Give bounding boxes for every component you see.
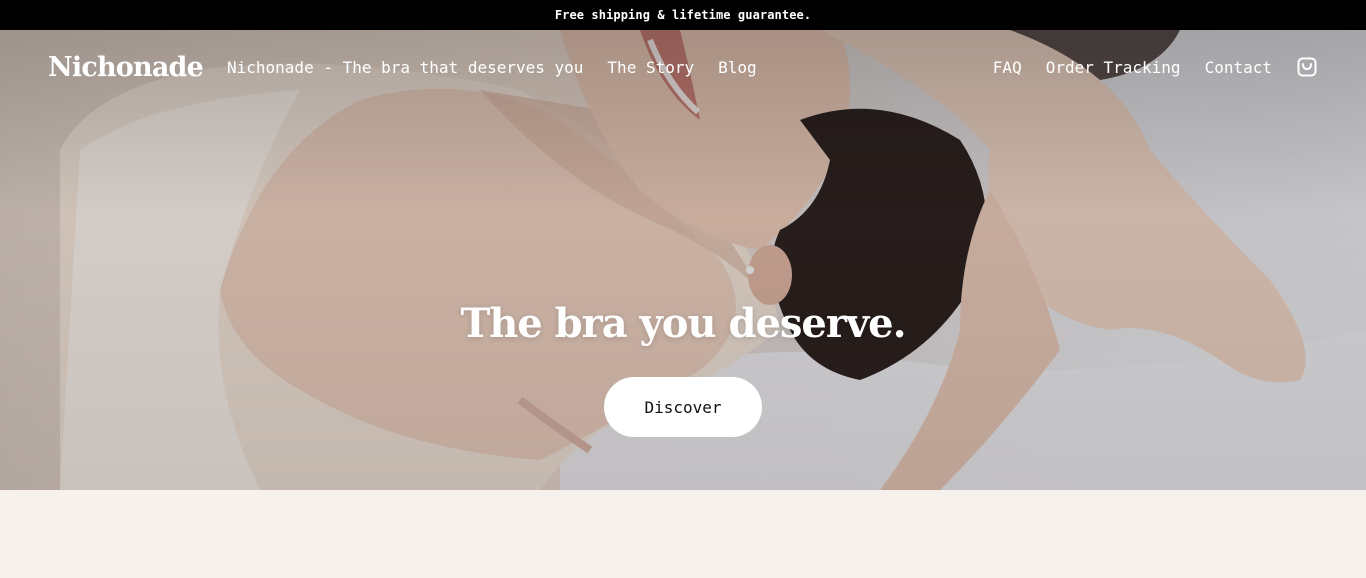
nav-link-contact[interactable]: Contact [1205,58,1272,77]
hero-title: The bra you deserve. [460,300,906,347]
nav-link-home[interactable]: Nichonade - The bra that deserves you [227,58,583,77]
site-header: Nichonade Nichonade - The bra that deser… [0,30,1366,104]
announcement-bar: Free shipping & lifetime guarantee. [0,0,1366,30]
secondary-nav: FAQ Order Tracking Contact [993,56,1318,78]
content-section [0,490,1366,578]
primary-nav: Nichonade - The bra that deserves you Th… [227,58,781,77]
shopping-bag-icon[interactable] [1296,56,1318,78]
nav-link-order-tracking[interactable]: Order Tracking [1046,58,1181,77]
discover-button[interactable]: Discover [604,377,762,437]
nav-link-the-story[interactable]: The Story [607,58,694,77]
brand-logo[interactable]: Nichonade [48,52,204,83]
announcement-text: Free shipping & lifetime guarantee. [554,8,812,22]
hero-content: The bra you deserve. Discover [0,300,1366,437]
nav-link-blog[interactable]: Blog [718,58,757,77]
nav-link-faq[interactable]: FAQ [993,58,1022,77]
